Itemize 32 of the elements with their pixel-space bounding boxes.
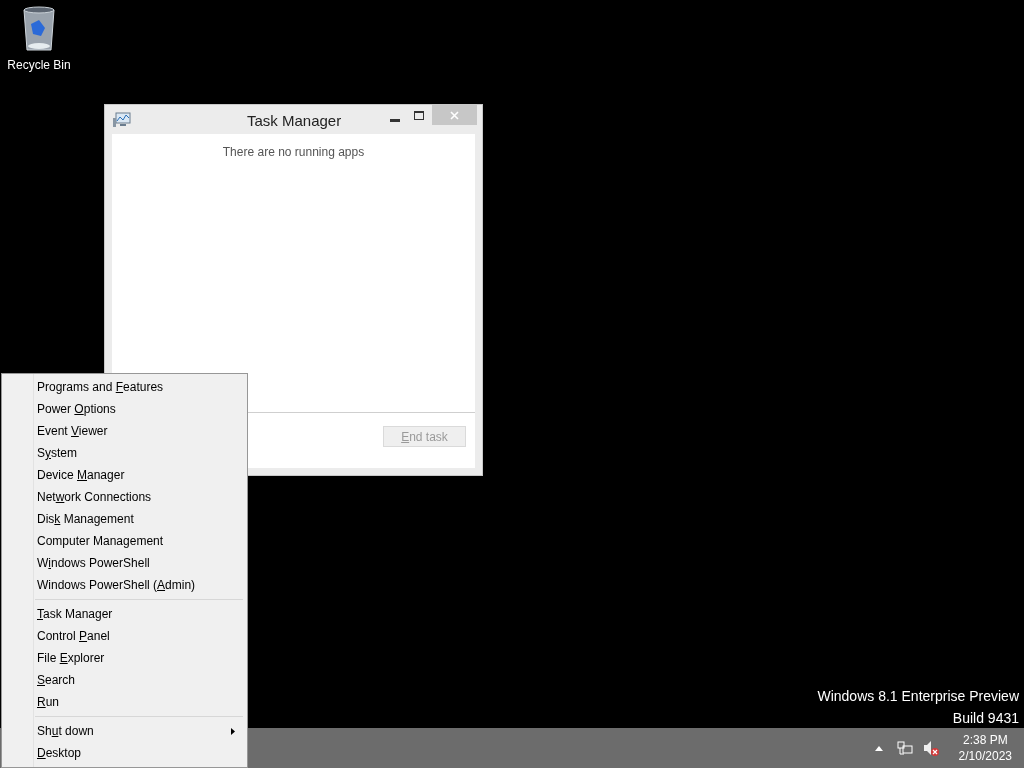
clock-time[interactable]: 2:38 PM — [962, 732, 1008, 748]
menu-item[interactable]: Desktop — [4, 742, 245, 764]
menu-item[interactable]: Windows PowerShell — [4, 552, 245, 574]
version-text: Build 9431 — [952, 709, 1019, 727]
menu-item[interactable]: Power Options — [4, 398, 245, 420]
menu-item[interactable]: Programs and Features — [4, 376, 245, 398]
menu-item[interactable]: Run — [4, 691, 245, 713]
menu-item[interactable]: Windows PowerShell (Admin) — [4, 574, 245, 596]
menu-item[interactable]: System — [4, 442, 245, 464]
show-hidden-icons-icon[interactable] — [874, 745, 883, 751]
menu-item[interactable]: Event Viewer — [4, 420, 245, 442]
menu-item[interactable]: Search — [4, 669, 245, 691]
icon-label[interactable]: Recycle Bin — [7, 56, 71, 74]
maximize-icon[interactable] — [414, 111, 424, 120]
menu-item[interactable]: Task Manager — [4, 603, 245, 625]
window-title: Task Manager — [247, 111, 342, 131]
network-icon[interactable] — [896, 740, 913, 756]
menu-item[interactable]: File Explorer — [4, 647, 245, 669]
menu-item[interactable]: Computer Management — [4, 530, 245, 552]
menu-item[interactable]: Network Connections — [4, 486, 245, 508]
menu-item[interactable]: Device Manager — [4, 464, 245, 486]
menu-item[interactable]: Disk Management — [4, 508, 245, 530]
menu-item[interactable]: Shut down — [4, 720, 245, 742]
empty-message: There are no running apps — [222, 144, 365, 161]
recycle-bin-icon — [21, 6, 57, 52]
close-icon — [450, 110, 459, 120]
version-text: Windows 8.1 Enterprise Preview — [817, 687, 1019, 705]
menu-item[interactable]: Control Panel — [4, 625, 245, 647]
clock-date[interactable]: 2/10/2023 — [958, 748, 1012, 764]
submenu-arrow-icon — [231, 727, 235, 735]
speaker-icon[interactable] — [922, 740, 939, 756]
monitor-chart-icon — [113, 112, 131, 128]
